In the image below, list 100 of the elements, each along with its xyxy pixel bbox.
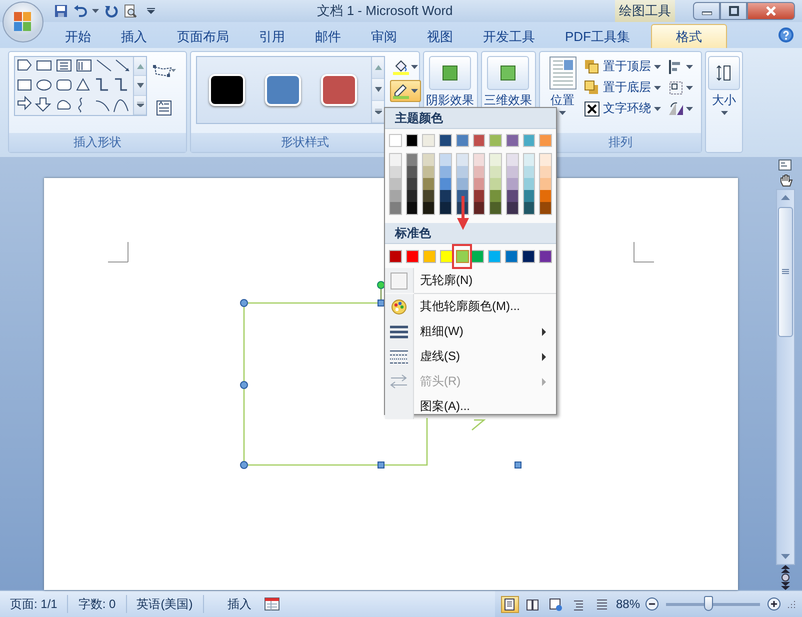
menu-item[interactable]: 虚线(S) [385, 344, 556, 369]
selection-handle[interactable] [378, 462, 384, 468]
color-swatch[interactable] [389, 250, 402, 263]
scroll-down-button[interactable] [372, 79, 384, 101]
ribbon-tab[interactable]: 邮件 [300, 24, 356, 48]
ribbon-tab[interactable]: 视图 [412, 24, 468, 48]
arrange-button[interactable]: 置于顶层 [584, 56, 661, 77]
undo-icon[interactable] [73, 4, 87, 18]
color-swatch[interactable] [505, 250, 518, 263]
minimize-button[interactable] [693, 2, 720, 20]
color-swatch[interactable] [506, 202, 518, 214]
color-swatch[interactable] [522, 250, 535, 263]
color-swatch[interactable] [440, 178, 451, 190]
color-swatch[interactable] [490, 190, 501, 202]
color-swatch[interactable] [406, 166, 418, 178]
color-swatch[interactable] [524, 154, 534, 166]
color-swatch[interactable] [423, 202, 434, 214]
browse-object-icon[interactable] [781, 573, 790, 582]
color-swatch[interactable] [472, 134, 486, 147]
ruler-toggle-icon[interactable] [778, 157, 794, 173]
color-swatch[interactable] [440, 154, 451, 166]
color-swatch[interactable] [456, 154, 468, 166]
color-swatch[interactable] [506, 154, 518, 166]
color-swatch[interactable] [474, 202, 484, 214]
gallery-more-button[interactable] [372, 101, 384, 123]
zoom-in-button[interactable] [767, 597, 781, 611]
color-swatch[interactable] [406, 190, 418, 202]
menu-item[interactable]: 粗细(W) [385, 319, 556, 344]
menu-item[interactable]: 图案(A)... [385, 394, 556, 419]
color-swatch[interactable] [474, 178, 484, 190]
color-swatch[interactable] [524, 166, 534, 178]
selection-handle[interactable] [240, 299, 248, 307]
color-swatch[interactable] [406, 250, 419, 263]
color-swatch[interactable] [539, 250, 552, 263]
shape-outline-button[interactable] [390, 80, 421, 102]
color-swatch[interactable] [423, 178, 434, 190]
ribbon-tab[interactable]: PDF工具集 [550, 24, 645, 48]
print-preview-icon[interactable] [123, 4, 137, 18]
gallery-more-button[interactable] [134, 96, 146, 115]
color-swatch[interactable] [390, 166, 401, 178]
selection-handle[interactable] [240, 381, 248, 389]
color-swatch[interactable] [390, 154, 401, 166]
view-button[interactable] [546, 596, 565, 612]
color-swatch[interactable] [389, 134, 402, 147]
color-swatch[interactable] [540, 154, 552, 166]
ribbon-tab[interactable]: 页面布局 [162, 24, 244, 48]
color-swatch[interactable] [439, 134, 452, 147]
color-swatch[interactable] [390, 178, 401, 190]
scroll-up-button[interactable] [372, 57, 384, 79]
color-swatch[interactable] [471, 250, 484, 263]
menu-item[interactable]: 其他轮廓颜色(M)... [385, 294, 556, 319]
selection-handle[interactable] [240, 461, 248, 469]
color-swatch[interactable] [539, 134, 552, 147]
scroll-down-button[interactable] [134, 76, 146, 96]
color-swatch[interactable] [540, 202, 552, 214]
selection-handle[interactable] [378, 300, 384, 306]
color-swatch[interactable] [456, 166, 468, 178]
ribbon-tab[interactable]: 引用 [244, 24, 300, 48]
arrange-button[interactable]: 文字环绕 [584, 98, 661, 119]
help-icon[interactable] [778, 27, 794, 43]
color-swatch[interactable] [490, 154, 501, 166]
color-swatch[interactable] [524, 202, 534, 214]
color-swatch[interactable] [506, 134, 519, 147]
ribbon-tab[interactable]: 格式 [651, 24, 727, 48]
color-swatch[interactable] [474, 190, 484, 202]
style-preset[interactable] [209, 74, 245, 106]
edit-points-icon[interactable] [152, 64, 176, 78]
color-swatch[interactable] [456, 178, 468, 190]
color-swatch[interactable] [390, 202, 401, 214]
customize-caret-icon[interactable] [147, 8, 155, 14]
ribbon-tab[interactable]: 开始 [50, 24, 106, 48]
color-swatch[interactable] [488, 250, 501, 263]
color-swatch[interactable] [423, 250, 436, 263]
color-swatch[interactable] [524, 190, 534, 202]
ribbon-tab[interactable]: 插入 [106, 24, 162, 48]
color-swatch[interactable] [489, 134, 502, 147]
selection-handle[interactable] [514, 462, 522, 468]
zoom-out-button[interactable] [645, 597, 659, 611]
color-swatch[interactable] [474, 166, 484, 178]
zoom-level[interactable]: 88% [616, 597, 640, 611]
color-swatch[interactable] [440, 166, 451, 178]
color-swatch[interactable] [406, 202, 418, 214]
color-swatch[interactable] [406, 134, 418, 147]
text-box-icon[interactable] [156, 100, 172, 116]
color-swatch[interactable] [474, 154, 484, 166]
macro-record-icon[interactable] [264, 597, 280, 611]
color-swatch[interactable] [406, 178, 418, 190]
color-swatch[interactable] [506, 178, 518, 190]
color-swatch[interactable] [540, 178, 552, 190]
color-swatch[interactable] [490, 166, 501, 178]
color-swatch[interactable] [490, 178, 501, 190]
color-swatch[interactable] [406, 154, 418, 166]
color-swatch[interactable] [440, 190, 451, 202]
view-button[interactable] [500, 596, 519, 612]
color-swatch[interactable] [540, 190, 552, 202]
maximize-button[interactable] [720, 2, 747, 20]
color-swatch[interactable] [490, 202, 501, 214]
color-swatch[interactable] [423, 190, 434, 202]
color-swatch[interactable] [540, 166, 552, 178]
hand-icon[interactable] [778, 173, 794, 189]
